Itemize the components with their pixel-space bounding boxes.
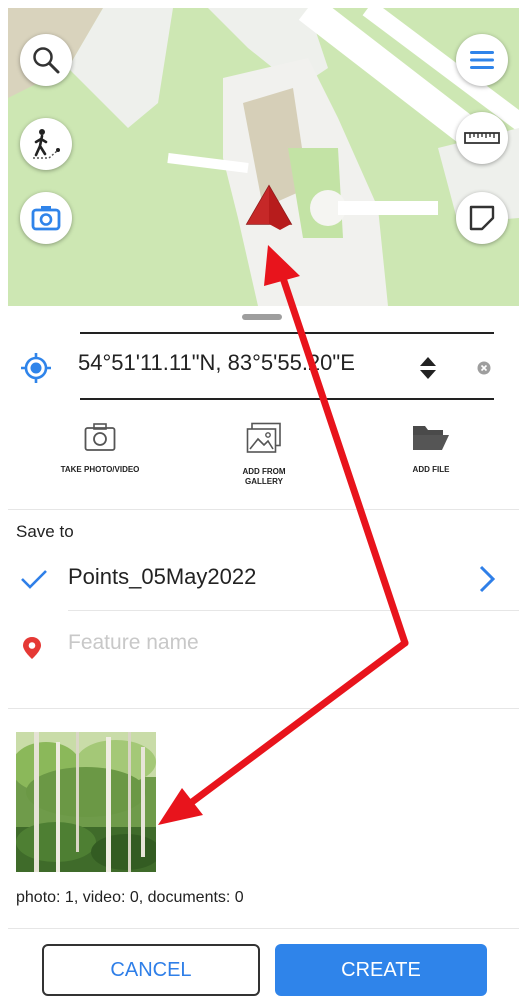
add-file-action[interactable]: ADD FILE — [356, 422, 506, 475]
add-from-gallery-action[interactable]: ADD FROM GALLERY — [189, 422, 339, 487]
location-marker-icon — [245, 184, 293, 230]
divider — [68, 610, 519, 611]
ruler-icon — [464, 132, 500, 144]
polygon-icon — [469, 205, 495, 231]
camera-outline-icon — [84, 423, 116, 451]
coordinates-top-rule — [80, 332, 494, 334]
divider — [8, 928, 519, 929]
add-file-label: ADD FILE — [412, 465, 450, 474]
search-icon — [33, 47, 60, 74]
clear-icon[interactable] — [477, 361, 491, 375]
map-search-button[interactable] — [20, 34, 72, 86]
map-area-button[interactable] — [456, 192, 508, 244]
attachment-counts: photo: 1, video: 0, documents: 0 — [16, 889, 244, 906]
coordinates-row: 54°51'11.11"N, 83°5'55.20"E — [8, 328, 519, 402]
create-button[interactable]: CREATE — [275, 944, 487, 996]
take-photo-action[interactable]: TAKE PHOTO/VIDEO — [25, 422, 175, 475]
forest-photo — [16, 732, 156, 872]
take-photo-label: TAKE PHOTO/VIDEO — [60, 465, 140, 474]
divider — [8, 509, 519, 510]
location-target-icon[interactable] — [20, 352, 52, 384]
checkmark-icon — [21, 570, 47, 589]
feature-panel: 54°51'11.11"N, 83°5'55.20"E TAKE PHOTO/V… — [8, 306, 519, 1005]
target-layer-name[interactable]: Points_05May2022 — [68, 564, 256, 590]
camera-icon — [31, 206, 61, 231]
menu-icon — [470, 51, 494, 69]
map-view[interactable] — [8, 8, 519, 306]
map-canvas — [8, 8, 519, 306]
gallery-label-line2: GALLERY — [245, 477, 283, 486]
chevron-right-icon[interactable] — [478, 565, 496, 593]
cancel-button[interactable]: CANCEL — [42, 944, 260, 996]
sort-arrows-icon[interactable] — [418, 356, 438, 380]
drag-handle[interactable] — [242, 314, 282, 320]
coordinates-text[interactable]: 54°51'11.11"N, 83°5'55.20"E — [78, 350, 355, 376]
map-camera-button[interactable] — [20, 192, 72, 244]
coordinates-bottom-rule — [80, 398, 494, 400]
map-route-button[interactable] — [20, 118, 72, 170]
map-pin-icon — [23, 637, 41, 659]
folder-open-icon — [413, 426, 449, 450]
photo-thumbnail[interactable] — [16, 732, 156, 872]
feature-name-input[interactable]: Feature name — [68, 631, 199, 655]
gallery-label-line1: ADD FROM — [242, 467, 286, 476]
walker-route-icon — [33, 129, 60, 159]
save-to-label: Save to — [16, 522, 74, 541]
map-measure-button[interactable] — [456, 112, 508, 164]
map-menu-button[interactable] — [456, 34, 508, 86]
gallery-icon — [246, 422, 281, 453]
divider — [8, 708, 519, 709]
add-from-gallery-label: ADD FROM GALLERY — [189, 467, 339, 487]
